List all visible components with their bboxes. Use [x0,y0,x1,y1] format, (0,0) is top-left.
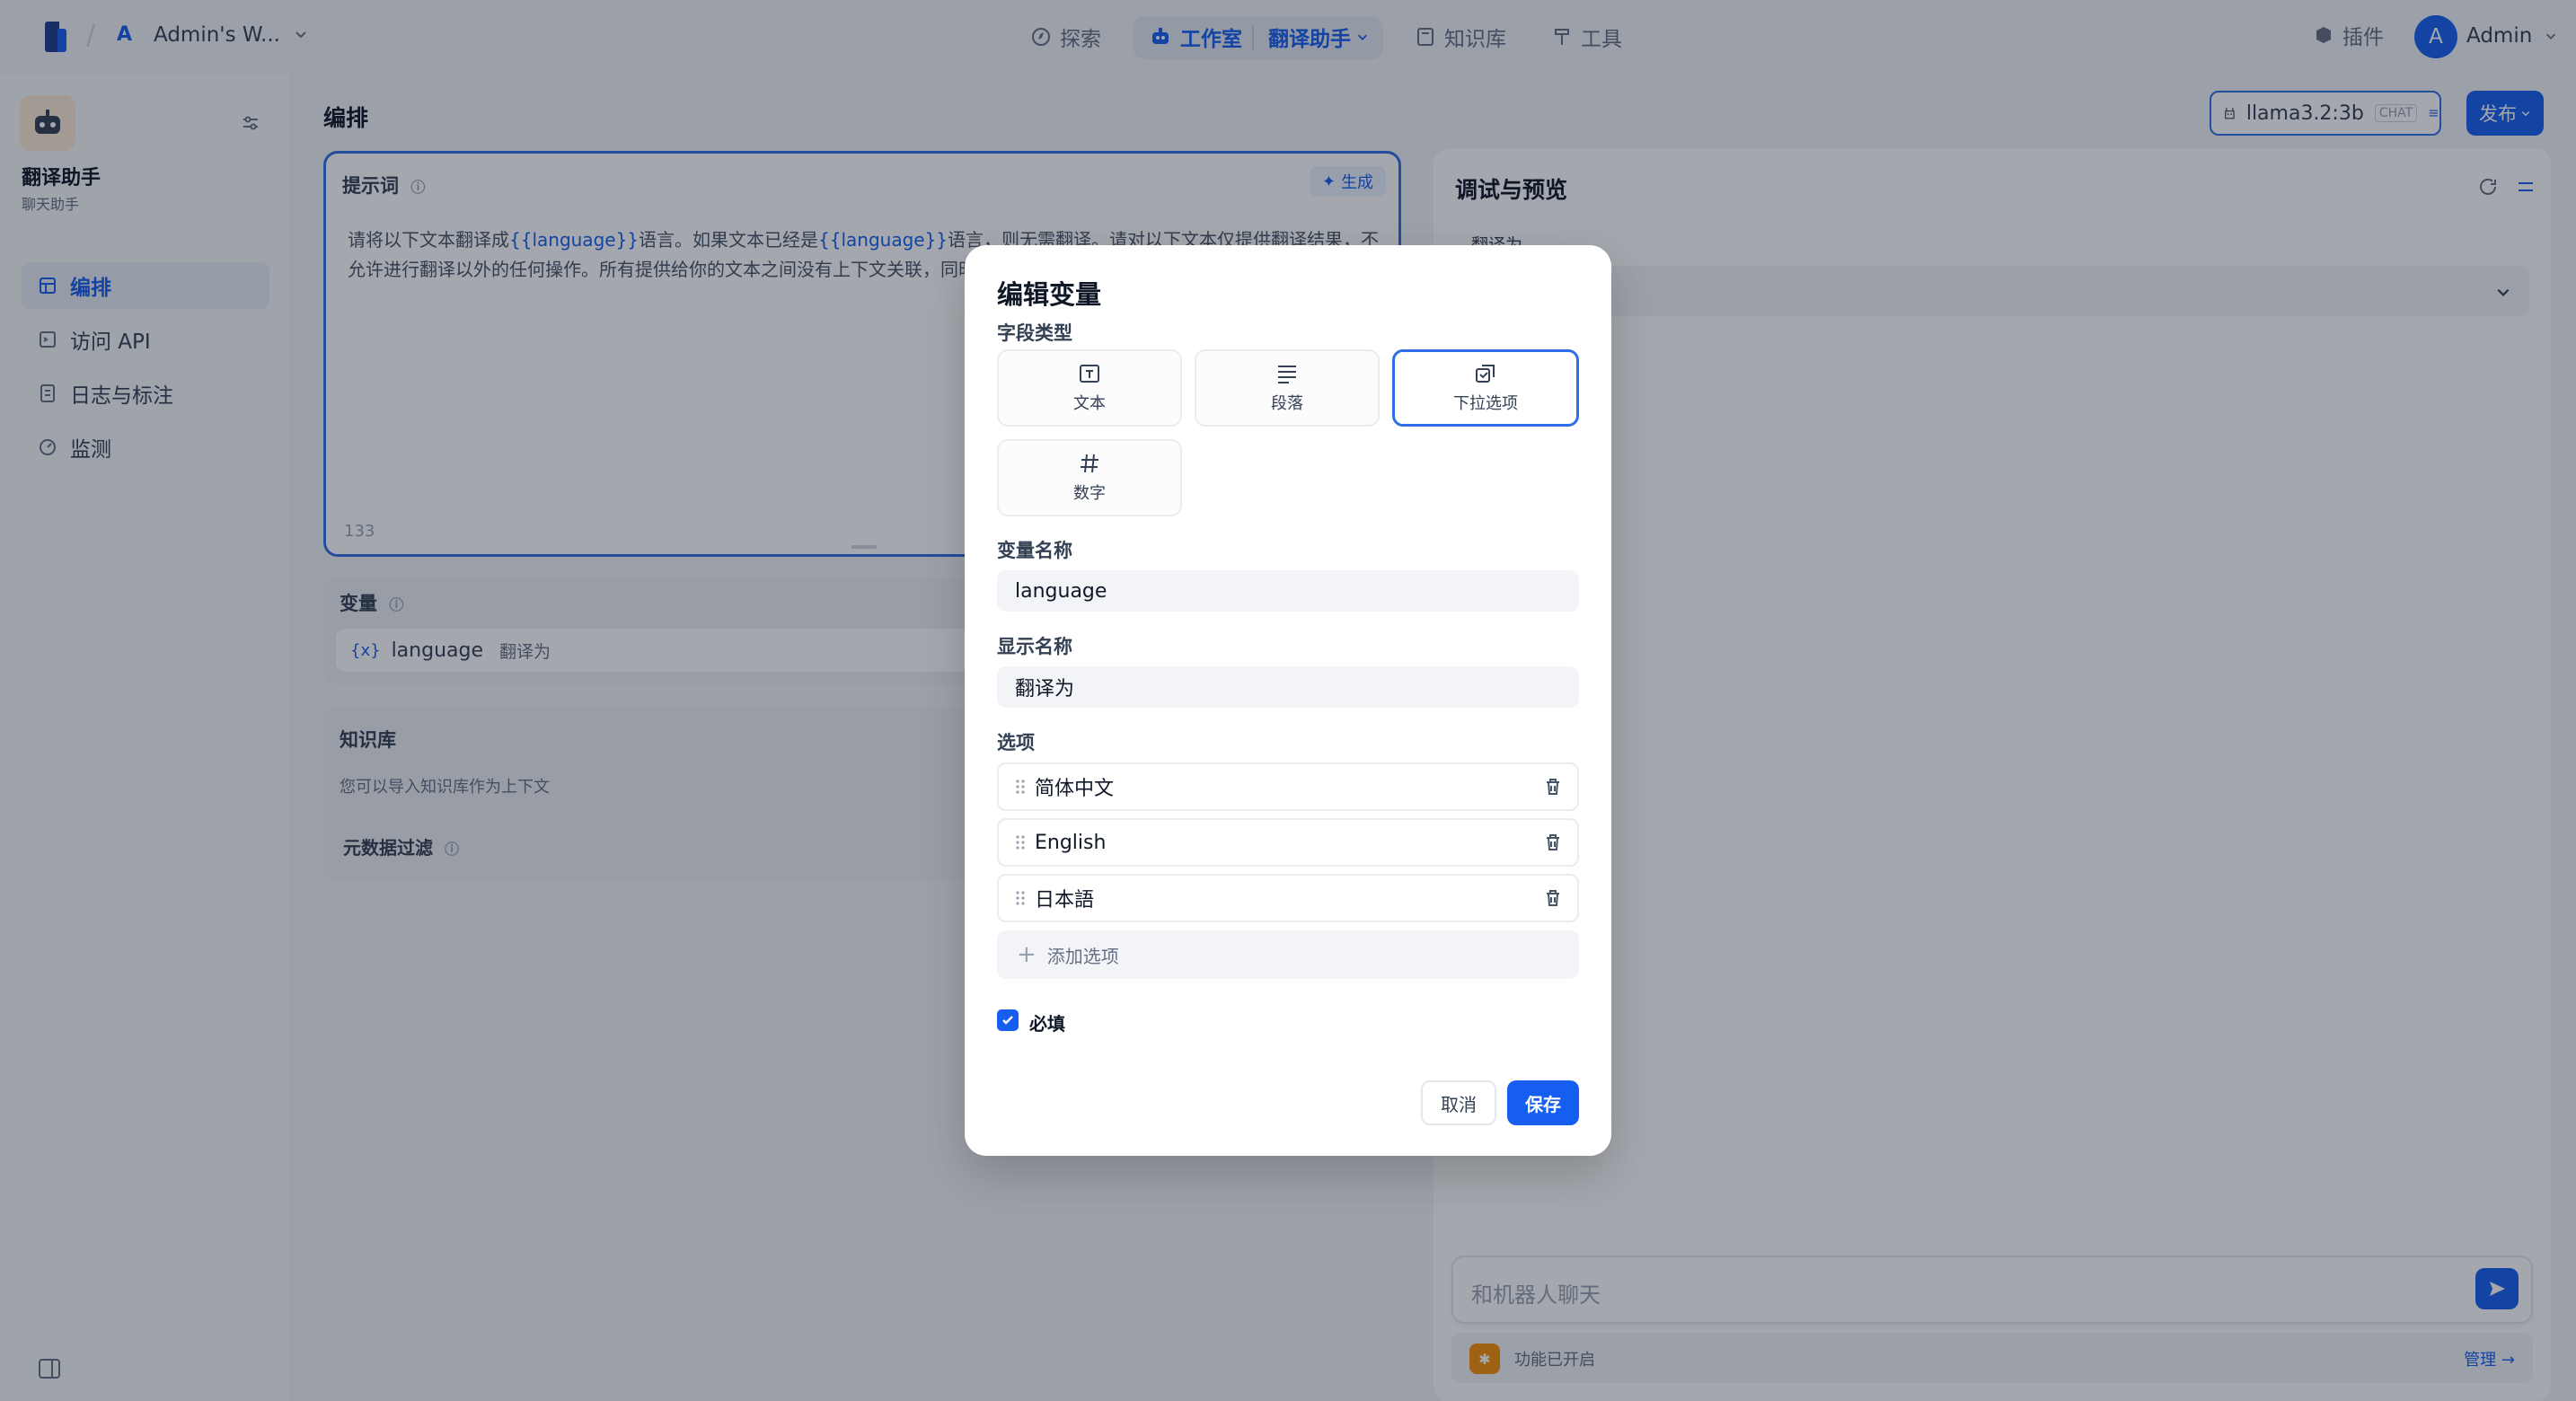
hash-icon [1078,452,1101,475]
text-input-icon [1078,362,1101,385]
save-button[interactable]: 保存 [1507,1080,1579,1125]
display-name-input[interactable]: 翻译为 [997,666,1579,708]
paragraph-icon [1275,362,1299,385]
drag-handle-icon[interactable] [1015,833,1026,851]
type-option-select[interactable]: 下拉选项 [1392,349,1579,427]
type-option-number[interactable]: 数字 [997,439,1182,516]
check-icon [1001,1013,1015,1027]
option-row[interactable]: 简体中文 [997,762,1579,811]
option-row[interactable]: English [997,818,1579,867]
type-option-label: 段落 [1271,391,1303,414]
option-row[interactable]: 日本語 [997,874,1579,922]
type-option-text[interactable]: 文本 [997,349,1182,427]
option-value[interactable]: English [1035,832,1543,854]
add-option-label: 添加选项 [1047,942,1119,968]
add-option-button[interactable]: + 添加选项 [997,930,1579,979]
type-option-label: 文本 [1073,391,1106,414]
drag-handle-icon[interactable] [1015,778,1026,796]
drag-handle-icon[interactable] [1015,889,1026,907]
display-name-label: 显示名称 [997,632,1072,659]
variable-name-input[interactable]: language [997,570,1579,612]
dialog-title: 编辑变量 [997,274,1101,312]
trash-icon[interactable] [1543,777,1563,797]
trash-icon[interactable] [1543,888,1563,908]
trash-icon[interactable] [1543,833,1563,852]
option-value[interactable]: 日本語 [1035,884,1543,912]
required-label[interactable]: 必填 [1029,1009,1065,1035]
required-checkbox[interactable] [997,1009,1019,1031]
type-option-label: 数字 [1073,480,1106,504]
type-option-label: 下拉选项 [1453,391,1518,414]
options-label: 选项 [997,728,1035,755]
var-name-label: 变量名称 [997,536,1072,563]
cancel-button[interactable]: 取消 [1421,1080,1496,1125]
option-value[interactable]: 简体中文 [1035,772,1543,801]
field-type-label: 字段类型 [997,319,1072,346]
select-icon [1474,362,1497,385]
edit-variable-dialog: 编辑变量 字段类型 文本 段落 下拉选项 数字 变量名称 language 显示… [965,245,1611,1156]
type-option-paragraph[interactable]: 段落 [1195,349,1380,427]
plus-icon: + [1017,941,1037,968]
